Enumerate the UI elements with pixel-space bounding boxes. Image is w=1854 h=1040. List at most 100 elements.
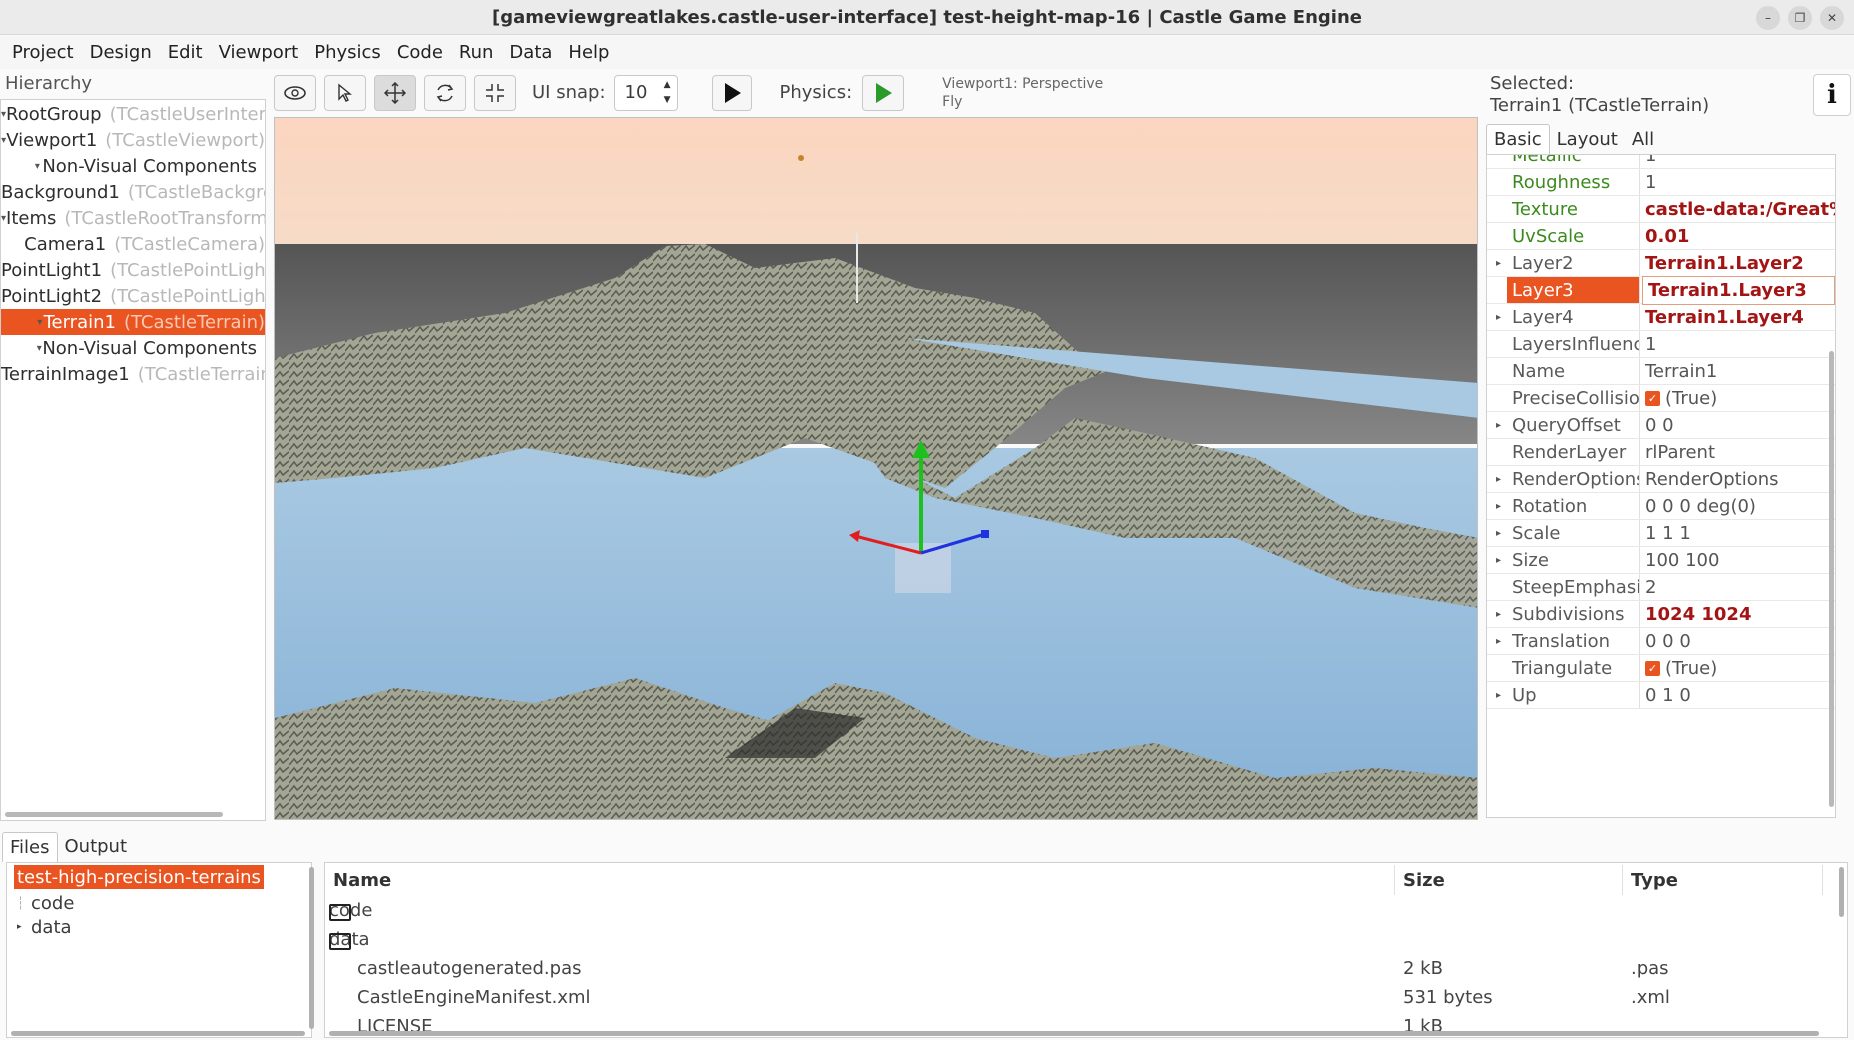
- hierarchy-item[interactable]: Background1 (TCastleBackground): [1, 179, 265, 205]
- select-tool-button[interactable]: [324, 74, 366, 111]
- property-row[interactable]: ▸ RenderOptions RenderOptions: [1487, 466, 1835, 493]
- gizmo-z-arrow[interactable]: [981, 530, 989, 538]
- expand-icon[interactable]: ▸: [1496, 528, 1501, 539]
- property-value[interactable]: 1: [1640, 331, 1835, 357]
- tab-files[interactable]: Files: [2, 832, 58, 862]
- close-icon[interactable]: ✕: [1820, 6, 1844, 30]
- menu-edit[interactable]: Edit: [160, 42, 211, 63]
- menu-viewport[interactable]: Viewport: [211, 42, 307, 63]
- property-value[interactable]: 0 1 0: [1640, 682, 1835, 708]
- project-tree-hscrollbar[interactable]: [11, 1031, 305, 1036]
- viewport-3d[interactable]: [274, 117, 1478, 820]
- property-value-input[interactable]: Terrain1.Layer3: [1642, 275, 1835, 305]
- hierarchy-item[interactable]: ▾ Viewport1 (TCastleViewport): [1, 127, 265, 153]
- hierarchy-scrollbar[interactable]: [5, 812, 223, 817]
- property-value[interactable]: 0 0: [1640, 412, 1835, 438]
- column-name[interactable]: Name: [325, 865, 1395, 895]
- menu-data[interactable]: Data: [501, 42, 560, 63]
- property-value[interactable]: ✓ (True): [1640, 655, 1835, 681]
- project-tree-scrollbar[interactable]: [309, 867, 314, 1029]
- scale-tool-button[interactable]: [474, 74, 516, 111]
- tree-item-root[interactable]: test-high-precision-terrains: [14, 865, 264, 889]
- file-list-scrollbar[interactable]: [1839, 867, 1844, 917]
- toggle-visibility-button[interactable]: [274, 74, 316, 111]
- property-value[interactable]: 1: [1640, 169, 1835, 195]
- folder-row[interactable]: data: [325, 925, 1825, 954]
- property-value[interactable]: 100 100: [1640, 547, 1835, 573]
- property-row[interactable]: ▸ Scale 1 1 1: [1487, 520, 1835, 547]
- menu-project[interactable]: Project: [4, 42, 82, 63]
- property-value[interactable]: rlParent: [1640, 439, 1835, 465]
- hierarchy-item[interactable]: ▾ Non-Visual Components: [1, 335, 265, 361]
- menu-physics[interactable]: Physics: [306, 42, 389, 63]
- properties-scrollbar[interactable]: [1829, 351, 1834, 807]
- file-list-hscrollbar[interactable]: [329, 1031, 1819, 1036]
- tab-layout[interactable]: Layout: [1550, 125, 1625, 154]
- property-row[interactable]: ▸ Rotation 0 0 0 deg(0): [1487, 493, 1835, 520]
- property-row[interactable]: ▸ Size 100 100: [1487, 547, 1835, 574]
- hierarchy-item[interactable]: TerrainImage1 (TCastleTerrainImage): [1, 361, 265, 387]
- info-button[interactable]: i: [1813, 74, 1851, 116]
- expand-icon[interactable]: ▸: [1496, 420, 1501, 431]
- property-row[interactable]: ▸Layer3 Terrain1.Layer3: [1487, 275, 1835, 305]
- property-row[interactable]: Roughness 1: [1487, 169, 1835, 196]
- property-row[interactable]: ▸ Up 0 1 0: [1487, 682, 1835, 709]
- menu-run[interactable]: Run: [451, 42, 502, 63]
- property-value[interactable]: Terrain1.Layer2: [1640, 250, 1835, 276]
- property-value[interactable]: 0 0 0 deg(0): [1640, 493, 1835, 519]
- property-row[interactable]: ▸ Layer2 Terrain1.Layer2: [1487, 250, 1835, 277]
- property-row[interactable]: Texture castle-data:/Great%20Lakes: [1487, 196, 1835, 223]
- menu-help[interactable]: Help: [560, 42, 617, 63]
- property-value[interactable]: 1 1 1: [1640, 520, 1835, 546]
- property-value[interactable]: Terrain1.Layer4: [1640, 304, 1835, 330]
- hierarchy-item[interactable]: ▾RootGroup(TCastleUserInterface): [1, 101, 265, 127]
- column-size[interactable]: Size: [1395, 865, 1623, 895]
- property-row[interactable]: Name Terrain1: [1487, 358, 1835, 385]
- property-value[interactable]: ✓ (True): [1640, 385, 1835, 411]
- property-row[interactable]: Triangulate ✓ (True): [1487, 655, 1835, 682]
- property-row[interactable]: Metallic 1: [1487, 155, 1835, 169]
- property-row[interactable]: UvScale 0.01: [1487, 223, 1835, 250]
- rotate-tool-button[interactable]: [424, 74, 466, 111]
- property-row[interactable]: ▸ Layer4 Terrain1.Layer4: [1487, 304, 1835, 331]
- minimize-icon[interactable]: –: [1756, 6, 1780, 30]
- menu-design[interactable]: Design: [82, 42, 160, 63]
- hierarchy-item[interactable]: Camera1 (TCastleCamera): [1, 231, 265, 257]
- maximize-icon[interactable]: ❐: [1788, 6, 1812, 30]
- property-value[interactable]: 1: [1640, 155, 1835, 168]
- expand-icon[interactable]: ▸: [1496, 636, 1501, 647]
- physics-play-button[interactable]: [862, 74, 905, 111]
- checkbox-icon[interactable]: ✓: [1645, 660, 1660, 676]
- translate-tool-button[interactable]: [374, 74, 416, 111]
- tab-all[interactable]: All: [1625, 125, 1661, 154]
- expand-icon[interactable]: ▸: [1496, 474, 1501, 485]
- property-row[interactable]: PreciseCollisions ✓ (True): [1487, 385, 1835, 412]
- property-value[interactable]: RenderOptions: [1640, 466, 1835, 492]
- property-row[interactable]: ▸ Translation 0 0 0: [1487, 628, 1835, 655]
- property-row[interactable]: LayersInfluence 1: [1487, 331, 1835, 358]
- property-row[interactable]: ▸ Subdivisions 1024 1024: [1487, 601, 1835, 628]
- tree-item-code[interactable]: ┆ code: [17, 891, 74, 915]
- expand-icon[interactable]: ▸: [1496, 555, 1501, 566]
- play-button[interactable]: [711, 74, 752, 111]
- property-value[interactable]: Terrain1: [1640, 358, 1835, 384]
- property-value[interactable]: castle-data:/Great%20Lakes: [1640, 196, 1835, 222]
- expand-icon[interactable]: ▸: [1496, 609, 1501, 620]
- expand-icon[interactable]: ▸: [17, 922, 31, 932]
- property-row[interactable]: ▸ QueryOffset 0 0: [1487, 412, 1835, 439]
- checkbox-icon[interactable]: ✓: [1645, 390, 1660, 406]
- hierarchy-item[interactable]: ▾ Terrain1 (TCastleTerrain): [1, 309, 265, 335]
- expand-icon[interactable]: ▾: [36, 317, 44, 328]
- property-value[interactable]: 0.01: [1640, 223, 1835, 249]
- property-row[interactable]: RenderLayer rlParent: [1487, 439, 1835, 466]
- expand-icon[interactable]: ▸: [1496, 501, 1501, 512]
- folder-row[interactable]: code: [325, 896, 1825, 925]
- hierarchy-item[interactable]: PointLight2 (TCastlePointLight): [1, 283, 265, 309]
- expand-icon[interactable]: ▸: [1496, 690, 1501, 701]
- expand-icon[interactable]: ▸: [1496, 258, 1501, 269]
- menu-code[interactable]: Code: [389, 42, 451, 63]
- expand-icon[interactable]: ▸: [1496, 312, 1501, 323]
- tree-item-data[interactable]: ▸ data: [17, 915, 72, 939]
- property-row[interactable]: SteepEmphasize2: [1487, 574, 1835, 601]
- column-type[interactable]: Type: [1623, 865, 1823, 895]
